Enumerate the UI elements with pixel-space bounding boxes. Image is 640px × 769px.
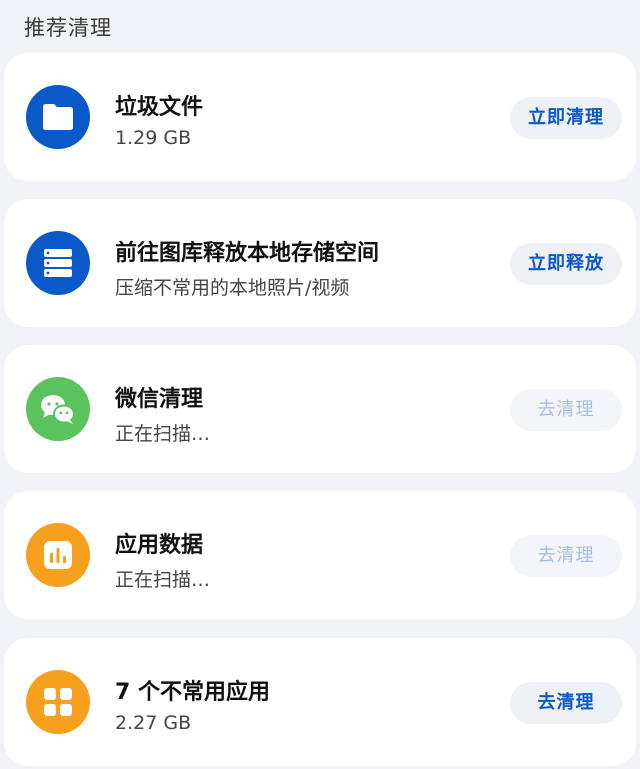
list-item-app-data[interactable]: 应用数据 正在扫描… 去清理 <box>4 491 636 619</box>
go-clean-button[interactable]: 去清理 <box>510 389 622 431</box>
item-subtitle: 正在扫描… <box>115 423 211 445</box>
app-data-icon <box>26 523 90 587</box>
item-title: 前往图库释放本地存储空间 <box>115 241 380 266</box>
go-clean-button[interactable]: 去清理 <box>510 682 622 724</box>
wechat-icon <box>26 377 90 441</box>
item-subtitle: 正在扫描… <box>115 569 211 591</box>
item-title: 垃圾文件 <box>115 95 204 120</box>
clean-now-button[interactable]: 立即清理 <box>510 97 622 139</box>
apps-grid-icon <box>26 670 90 734</box>
item-title: 7 个不常用应用 <box>115 680 270 705</box>
list-item-unused-apps[interactable]: 7 个不常用应用 2.27 GB 去清理 <box>4 638 636 766</box>
section-title: 推荐清理 <box>24 16 112 40</box>
item-subtitle: 2.27 GB <box>115 712 192 734</box>
item-subtitle: 压缩不常用的本地照片/视频 <box>115 277 350 299</box>
release-now-button[interactable]: 立即释放 <box>510 243 622 285</box>
storage-icon <box>26 231 90 295</box>
go-clean-button[interactable]: 去清理 <box>510 535 622 577</box>
list-item-gallery-storage[interactable]: 前往图库释放本地存储空间 压缩不常用的本地照片/视频 立即释放 <box>4 199 636 327</box>
item-title: 应用数据 <box>115 533 204 558</box>
item-subtitle: 1.29 GB <box>115 127 192 149</box>
item-title: 微信清理 <box>115 387 204 412</box>
list-item-wechat[interactable]: 微信清理 正在扫描… 去清理 <box>4 345 636 473</box>
list-item-junk-files[interactable]: 垃圾文件 1.29 GB 立即清理 <box>4 53 636 181</box>
folder-icon <box>26 85 90 149</box>
